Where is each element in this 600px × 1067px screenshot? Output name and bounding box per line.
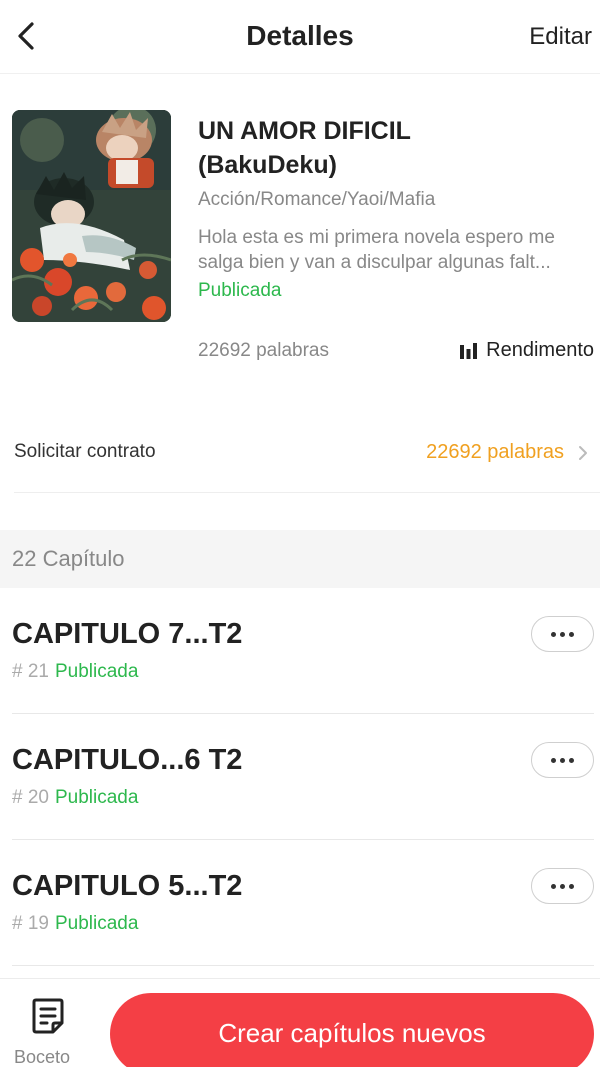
book-title: UN AMOR DIFICIL (BakuDeku) (198, 114, 588, 182)
chapter-meta: # 20 Publicada (12, 787, 138, 809)
performance-button[interactable]: Rendimento (460, 339, 594, 362)
chapter-number: # 21 (12, 661, 49, 682)
more-dots-icon (569, 757, 574, 763)
more-dots-icon (569, 631, 574, 637)
request-contract-row[interactable]: Solicitar contrato 22692 palabras (0, 415, 600, 493)
book-status: Publicada (198, 280, 282, 301)
top-bar: Detalles Editar (0, 0, 600, 74)
book-word-count: 22692 palabras (198, 340, 329, 361)
edit-button[interactable]: Editar (529, 23, 592, 51)
create-new-chapters-button[interactable]: Crear capítulos nuevos (110, 993, 594, 1067)
chapter-status: Publicada (54, 787, 139, 808)
book-title-line: UN AMOR DIFICIL (198, 117, 411, 145)
bottom-action-bar: Boceto Crear capítulos nuevos (0, 978, 600, 1067)
book-description: Hola esta es mi primera novela espero me… (198, 225, 596, 275)
chapter-title: CAPITULO...6 T2 (12, 744, 243, 776)
page-title: Detalles (246, 20, 354, 51)
chapter-count-label: 22 Capítulo (12, 546, 125, 571)
chapter-status: Publicada (54, 661, 139, 682)
chapter-title: CAPITULO 7...T2 (12, 618, 243, 650)
more-dots-icon (560, 631, 565, 637)
chapters-section-header: 22 Capítulo (0, 530, 600, 588)
more-dots-icon (560, 757, 565, 763)
description-line: salga bien y van a disculpar algunas fal… (198, 252, 551, 273)
more-dots-icon (551, 883, 556, 889)
chapter-number: # 20 (12, 787, 49, 808)
chapter-list-item[interactable]: CAPITULO...6 T2 # 20 Publicada (12, 714, 594, 840)
more-dots-icon (560, 883, 565, 889)
more-dots-icon (569, 883, 574, 889)
chapter-title: CAPITULO 5...T2 (12, 870, 243, 902)
chapter-more-button[interactable] (531, 616, 594, 652)
chapter-meta: # 19 Publicada (12, 913, 138, 935)
chapter-status: Publicada (54, 913, 139, 934)
more-dots-icon (551, 757, 556, 763)
chapter-more-button[interactable] (531, 868, 594, 904)
description-line: Hola esta es mi primera novela espero me (198, 227, 555, 248)
book-cover-image[interactable] (12, 110, 171, 322)
chapter-more-button[interactable] (531, 742, 594, 778)
contract-label: Solicitar contrato (14, 441, 156, 462)
chapter-meta: # 21 Publicada (12, 661, 138, 683)
chapter-number: # 19 (12, 913, 49, 934)
chevron-right-icon (579, 446, 587, 460)
cover-artwork (12, 110, 171, 322)
bar-chart-icon (460, 342, 478, 359)
book-genres: Acción/Romance/Yaoi/Mafia (198, 189, 436, 210)
book-title-line: (BakuDeku) (198, 151, 337, 179)
more-dots-icon (551, 631, 556, 637)
performance-label: Rendimento (486, 339, 594, 361)
chapter-list-item[interactable]: CAPITULO 7...T2 # 21 Publicada (12, 588, 594, 714)
draft-document-icon (32, 998, 64, 1034)
draft-label: Boceto (14, 1047, 71, 1067)
divider (14, 492, 600, 493)
chapter-list-item[interactable]: CAPITULO 5...T2 # 19 Publicada (12, 840, 594, 966)
contract-word-count: 22692 palabras (426, 441, 564, 463)
